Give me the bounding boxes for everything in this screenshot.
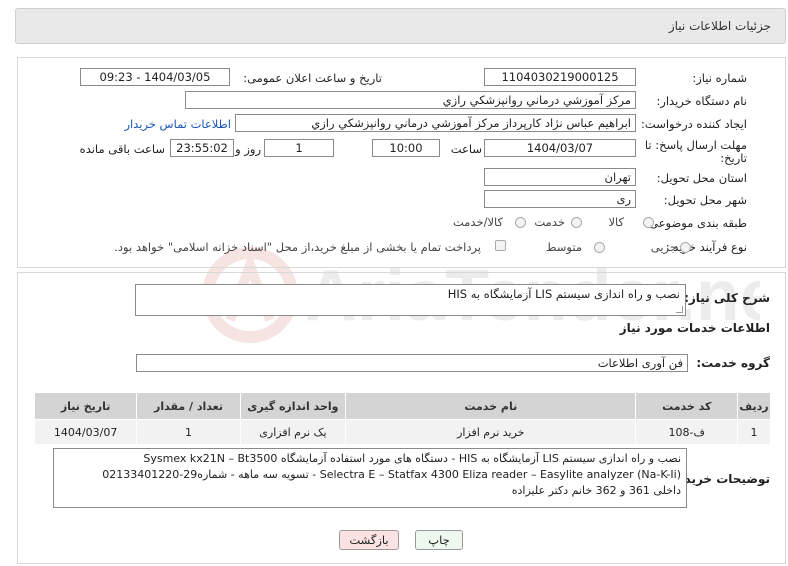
province-field[interactable]: تهران — [484, 168, 636, 186]
col-quantity: تعداد / مقدار — [136, 392, 241, 420]
need-summary-label: شرح کلی نیاز: — [684, 291, 770, 305]
treasury-payment-checkbox[interactable] — [495, 240, 506, 251]
page-title: جزئیات اطلاعات نیاز — [668, 19, 771, 33]
cell-unit: یک نرم افزاری — [239, 419, 347, 445]
category-label: طبقه بندی موضوعی: — [645, 216, 747, 230]
process-option-medium: متوسط — [545, 240, 582, 254]
buyer-org-label: نام دستگاه خریدار: — [656, 94, 747, 108]
service-group-label: گروه خدمت: — [696, 356, 770, 370]
page-header: جزئیات اطلاعات نیاز — [15, 8, 786, 44]
buyer-notes-line-2: Selectra E – Statfax 4300 Eliza reader –… — [102, 468, 681, 481]
col-row-number: ردیف — [737, 392, 771, 420]
category-radio-goods[interactable] — [643, 217, 654, 228]
buyer-org-field[interactable]: مرکز آموزشي درماني روانپزشکي رازي — [185, 91, 636, 109]
need-summary-textarea[interactable]: نصب و راه اندازی سیستم LIS آزمایشگاه به … — [135, 284, 686, 316]
need-number-field[interactable]: 1104030219000125 — [484, 68, 636, 86]
table-row[interactable]: 1 ف-108 خرید نرم افزار یک نرم افزاری 1 1… — [33, 419, 771, 445]
cell-quantity: 1 — [136, 419, 241, 445]
col-service-name: نام خدمت — [345, 392, 637, 420]
remaining-days-field[interactable]: 1 — [264, 139, 334, 157]
process-label: نوع فرآیند خرید : — [665, 240, 747, 254]
province-label: استان محل تحویل: — [656, 171, 747, 185]
announce-date-field[interactable]: 1404/03/05 - 09:23 — [80, 68, 230, 86]
category-option-both: کالا/خدمت — [452, 215, 503, 229]
announce-date-label: تاریخ و ساعت اعلان عمومی: — [243, 71, 382, 85]
deadline-time-field[interactable]: 10:00 — [372, 139, 440, 157]
deadline-date-field[interactable]: 1404/03/07 — [484, 139, 636, 157]
need-summary-text: نصب و راه اندازی سیستم LIS آزمایشگاه به … — [447, 287, 680, 301]
buyer-notes-line-3: داخلی 361 و 362 خانم دکتر علیزاده — [511, 484, 681, 497]
days-label: روز و — [235, 142, 261, 156]
buyer-notes-line-1: نصب و راه اندازی سیستم LIS آزمایشگاه به … — [143, 452, 681, 465]
buyer-contact-link[interactable]: اطلاعات تماس خریدار — [124, 117, 231, 131]
cell-service-code: ف-108 — [635, 419, 739, 445]
remaining-label: ساعت باقی مانده — [79, 142, 165, 156]
service-group-field[interactable]: فن آوری اطلاعات — [136, 354, 688, 372]
category-option-goods: کالا — [608, 215, 624, 229]
category-option-service: خدمت — [534, 215, 565, 229]
process-radio-minor[interactable] — [680, 242, 691, 253]
services-section-title: اطلاعات خدمات مورد نیاز — [619, 321, 770, 335]
process-option-minor: جزیی — [650, 240, 677, 254]
process-radio-medium[interactable] — [594, 242, 605, 253]
back-button[interactable]: بازگشت — [339, 530, 399, 550]
category-radio-service[interactable] — [571, 217, 582, 228]
deadline-label: مهلت ارسال پاسخ: تا — [644, 138, 747, 152]
cell-row-number: 1 — [737, 419, 771, 445]
requester-label: ایجاد کننده درخواست: — [641, 117, 747, 131]
city-label: شهر محل تحویل: — [663, 193, 747, 207]
col-service-code: کد خدمت — [635, 392, 739, 420]
treasury-payment-note: پرداخت تمام یا بخشی از مبلغ خرید،از محل … — [114, 240, 481, 254]
remaining-time-field[interactable]: 23:55:02 — [170, 139, 234, 157]
category-radio-both[interactable] — [515, 217, 526, 228]
deadline-label-date: تاریخ: — [720, 151, 747, 165]
buyer-notes-textarea[interactable]: نصب و راه اندازی سیستم LIS آزمایشگاه به … — [53, 448, 687, 508]
services-table: ردیف کد خدمت نام خدمت واحد اندازه گیری ت… — [33, 392, 771, 445]
cell-service-name: خرید نرم افزار — [345, 419, 637, 445]
col-need-date: تاریخ نیاز — [33, 392, 138, 420]
print-button[interactable]: چاپ — [415, 530, 463, 550]
need-info-panel — [17, 57, 786, 268]
requester-field[interactable]: ابراهیم عباس نژاد کارپرداز مرکز آموزشي د… — [235, 114, 636, 132]
table-header-row: ردیف کد خدمت نام خدمت واحد اندازه گیری ت… — [33, 392, 771, 420]
col-unit: واحد اندازه گیری — [239, 392, 347, 420]
need-number-label: شماره نیاز: — [692, 71, 747, 85]
deadline-time-label: ساعت — [450, 142, 482, 156]
cell-need-date: 1404/03/07 — [33, 419, 138, 445]
resize-handle[interactable] — [676, 306, 683, 313]
city-field[interactable]: ری — [484, 190, 636, 208]
